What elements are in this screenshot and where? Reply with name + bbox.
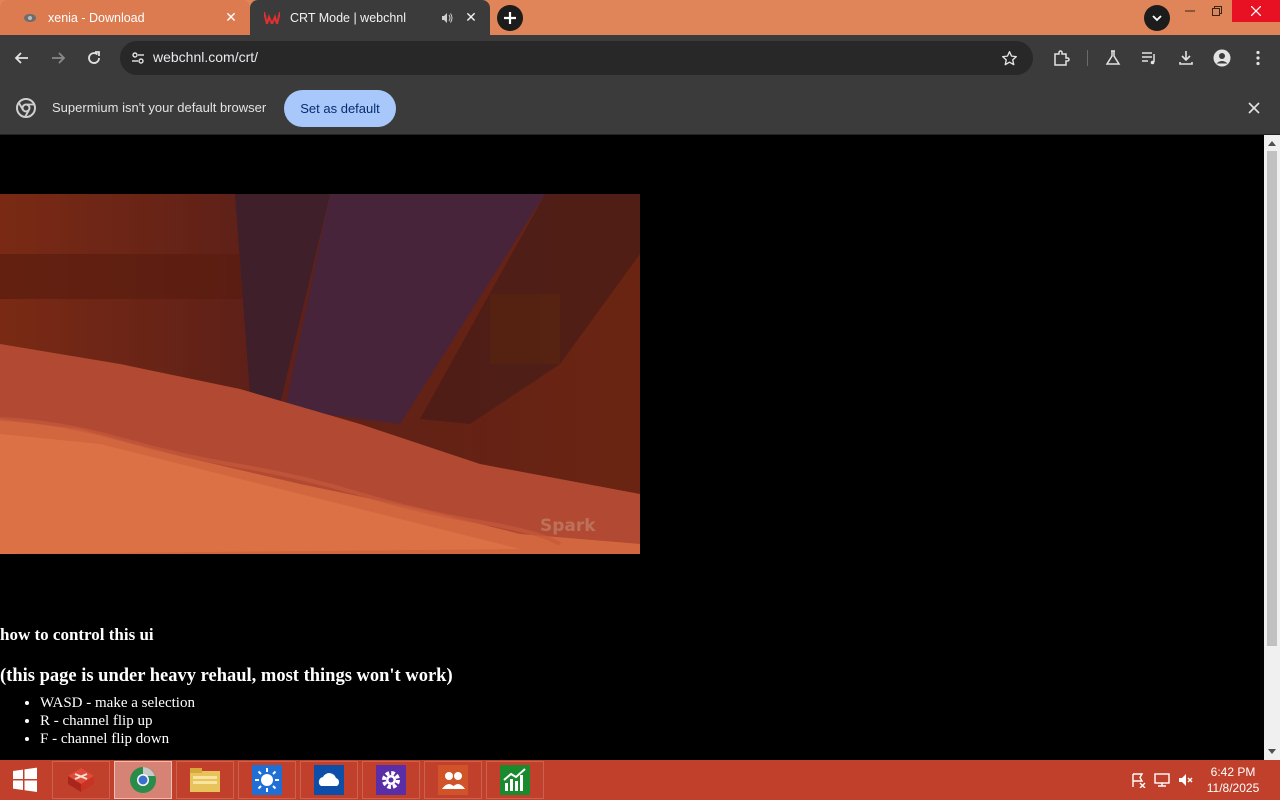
tab-xenia[interactable]: xenia - Download ✕ <box>0 0 250 35</box>
page-scrollbar[interactable] <box>1264 135 1280 760</box>
taskbar-app-file-explorer[interactable] <box>176 761 234 799</box>
person-icon <box>1213 49 1231 67</box>
video-watermark: Spark <box>540 516 596 536</box>
download-icon <box>1179 51 1193 65</box>
tab-title: xenia - Download <box>48 10 145 25</box>
tab-close-icon[interactable]: ✕ <box>222 9 240 27</box>
site-info-icon[interactable] <box>126 46 150 70</box>
folder-icon <box>190 768 220 792</box>
video-frame: Spark <box>0 194 640 554</box>
back-button[interactable] <box>10 46 34 70</box>
weather-sun-icon <box>252 765 282 795</box>
taskbar-app-browser[interactable] <box>114 761 172 799</box>
scrollbar-thumb[interactable] <box>1267 151 1277 646</box>
browser-logo-icon <box>16 98 36 118</box>
new-tab-button[interactable] <box>497 5 523 31</box>
xenia-favicon-icon <box>22 10 38 26</box>
taskbar-app-red-cube[interactable] <box>52 761 110 799</box>
browser-toolbar: webchnl.com/crt/ <box>0 35 1280 81</box>
profile-button[interactable] <box>1210 46 1234 70</box>
puzzle-icon <box>1054 50 1070 66</box>
reload-button[interactable] <box>82 46 106 70</box>
start-button[interactable] <box>0 760 50 800</box>
music-queue-icon <box>1142 52 1155 65</box>
minimize-icon <box>1185 10 1195 12</box>
media-control-button[interactable] <box>1137 46 1161 70</box>
tab-crt-mode[interactable]: CRT Mode | webchnl ✕ <box>250 0 490 35</box>
controls-heading: how to control this ui <box>0 625 154 644</box>
minimize-button[interactable] <box>1175 0 1205 22</box>
action-center-flag-icon[interactable] <box>1130 772 1146 788</box>
crt-video-player[interactable]: Spark <box>0 194 640 554</box>
infobar-close-icon[interactable] <box>1244 98 1264 118</box>
audio-playing-icon[interactable] <box>438 9 456 27</box>
taskbar-app-onedrive[interactable] <box>300 761 358 799</box>
people-icon <box>438 765 468 795</box>
webchnl-favicon-icon <box>264 10 280 26</box>
rehaul-notice: (this page is under heavy rehaul, most t… <box>0 666 453 686</box>
taskbar: 6:42 PM 11/8/2025 <box>0 760 1280 800</box>
arrow-left-icon <box>14 52 28 64</box>
forward-button[interactable] <box>46 46 70 70</box>
list-item: F - channel flip down <box>40 730 1200 748</box>
list-item: WASD - make a selection <box>40 694 1200 712</box>
default-browser-infobar: Supermium isn't your default browser Set… <box>0 81 1280 135</box>
bookmark-star-icon[interactable] <box>997 46 1021 70</box>
infobar-message: Supermium isn't your default browser <box>52 100 267 115</box>
scroll-down-arrow-icon[interactable] <box>1264 744 1280 760</box>
address-bar[interactable]: webchnl.com/crt/ <box>120 41 1033 75</box>
browser-app-icon <box>130 767 156 793</box>
taskbar-app-settings[interactable] <box>362 761 420 799</box>
flask-icon <box>1105 50 1121 65</box>
windows-logo-icon <box>13 767 37 792</box>
taskbar-app-people[interactable] <box>424 761 482 799</box>
close-window-button[interactable] <box>1232 0 1280 22</box>
more-vertical-icon <box>1256 50 1260 66</box>
cloud-icon <box>314 765 344 795</box>
clock-date: 11/8/2025 <box>1206 781 1260 795</box>
clock-time: 6:42 PM <box>1210 765 1256 779</box>
red-cube-icon <box>68 768 94 792</box>
taskbar-app-weather[interactable] <box>238 761 296 799</box>
chevron-down-icon <box>1152 15 1162 22</box>
extensions-button[interactable] <box>1049 46 1073 70</box>
taskbar-app-finance[interactable] <box>486 761 544 799</box>
page-instructions: how to control this ui (this page is und… <box>0 624 1200 748</box>
downloads-button[interactable] <box>1174 46 1198 70</box>
restore-icon <box>1212 6 1222 16</box>
restore-button[interactable] <box>1202 0 1232 22</box>
menu-button[interactable] <box>1246 46 1270 70</box>
page-viewport: Spark how to control this ui (this page … <box>0 135 1264 760</box>
system-clock[interactable]: 6:42 PM 11/8/2025 <box>1200 764 1266 796</box>
url-text[interactable]: webchnl.com/crt/ <box>153 49 258 65</box>
close-icon <box>1251 6 1261 16</box>
arrow-right-icon <box>52 52 66 64</box>
gear-icon <box>376 765 406 795</box>
list-item: R - channel flip up <box>40 712 1200 730</box>
tab-close-icon[interactable]: ✕ <box>462 9 480 27</box>
tab-title: CRT Mode | webchnl <box>290 10 407 25</box>
tab-strip: xenia - Download ✕ CRT Mode | webchnl ✕ <box>0 0 1280 35</box>
scroll-up-arrow-icon[interactable] <box>1264 135 1280 151</box>
set-as-default-button[interactable]: Set as default <box>284 90 396 127</box>
tab-search-button[interactable] <box>1144 5 1170 31</box>
toolbar-separator <box>1087 50 1088 66</box>
controls-list: WASD - make a selection R - channel flip… <box>0 694 1200 748</box>
plus-icon <box>504 12 516 24</box>
reload-icon <box>88 51 100 64</box>
volume-muted-icon[interactable] <box>1177 772 1193 788</box>
finance-chart-icon <box>500 765 530 795</box>
network-icon[interactable] <box>1154 772 1170 788</box>
labs-button[interactable] <box>1101 46 1125 70</box>
